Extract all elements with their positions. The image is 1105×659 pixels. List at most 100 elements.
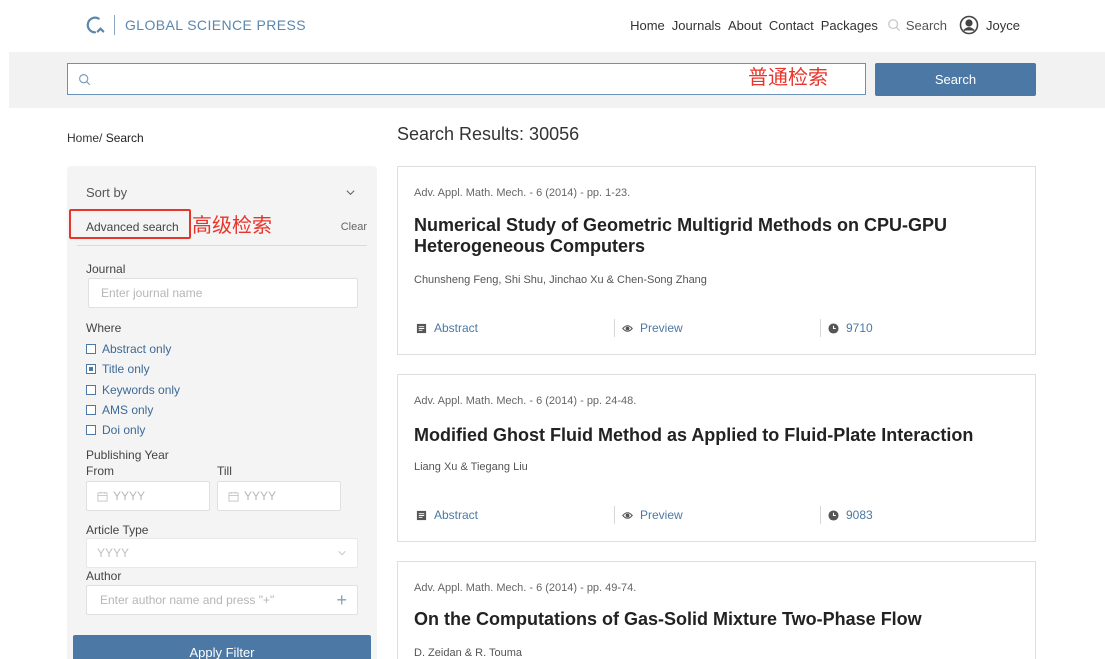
preview-label: Preview <box>640 508 683 522</box>
article-meta: Adv. Appl. Math. Mech. - 6 (2014) - pp. … <box>414 582 637 594</box>
where-option-abstract[interactable]: Abstract only <box>86 339 180 359</box>
logo-divider <box>114 15 115 35</box>
nav-search[interactable]: Search <box>887 18 947 33</box>
action-divider <box>614 506 615 524</box>
article-actions: Abstract Preview 9710 <box>398 319 1035 339</box>
checkbox[interactable] <box>86 344 96 355</box>
nav-journals[interactable]: Journals <box>672 18 721 33</box>
article-title[interactable]: Modified Ghost Fluid Method as Applied t… <box>414 425 1024 446</box>
eye-icon <box>622 511 633 519</box>
where-option-label: Abstract only <box>102 342 172 357</box>
user-menu[interactable]: Joyce <box>959 15 1020 35</box>
advanced-search-annotation: 高级检索 <box>192 213 272 237</box>
nav-contact[interactable]: Contact <box>769 18 814 33</box>
breadcrumb-current: Search <box>105 131 144 145</box>
sort-by-dropdown[interactable]: Sort by <box>86 185 356 200</box>
where-option-ams[interactable]: AMS only <box>86 400 180 420</box>
author-placeholder: Enter author name and press "+" <box>100 593 275 607</box>
preview-label: Preview <box>640 321 683 335</box>
checkbox[interactable] <box>86 425 96 436</box>
where-option-label: Title only <box>102 362 150 377</box>
chevron-down-icon <box>338 550 346 556</box>
result-card: Adv. Appl. Math. Mech. - 6 (2014) - pp. … <box>397 166 1036 355</box>
abstract-link[interactable]: Abstract <box>416 508 478 522</box>
result-card: Adv. Appl. Math. Mech. - 6 (2014) - pp. … <box>397 374 1036 542</box>
search-icon <box>887 19 900 32</box>
publishing-year-label: Publishing Year <box>86 448 169 462</box>
action-divider <box>614 319 615 337</box>
article-actions: Abstract Preview 9083 <box>398 506 1035 526</box>
where-option-label: AMS only <box>102 403 154 418</box>
result-card: Adv. Appl. Math. Mech. - 6 (2014) - pp. … <box>397 561 1036 659</box>
search-box[interactable] <box>67 63 866 95</box>
abstract-label: Abstract <box>434 508 479 522</box>
clock-icon <box>828 322 839 334</box>
journal-input[interactable]: Enter journal name <box>88 278 358 308</box>
preview-link[interactable]: Preview <box>622 508 683 522</box>
article-authors: Liang Xu & Tiegang Liu <box>414 461 528 473</box>
where-option-doi[interactable]: Doi only <box>86 420 180 440</box>
calendar-icon <box>228 491 239 502</box>
till-year-input[interactable]: YYYY <box>217 481 341 511</box>
plus-icon[interactable]: + <box>336 591 347 609</box>
article-authors: D. Zeidan & R. Touma <box>414 647 523 659</box>
breadcrumb-home[interactable]: Home/ <box>67 131 102 145</box>
checkbox[interactable] <box>86 405 96 416</box>
from-year-placeholder: YYYY <box>113 489 146 503</box>
brand-logo[interactable]: GLOBAL SCIENCE PRESS <box>84 13 306 37</box>
article-title[interactable]: On the Computations of Gas-Solid Mixture… <box>414 609 1024 630</box>
checkbox[interactable] <box>86 384 96 395</box>
abstract-icon <box>416 510 427 520</box>
article-type-label: Article Type <box>86 523 149 537</box>
abstract-icon <box>416 323 427 333</box>
checkbox-checked[interactable] <box>86 364 96 375</box>
author-input[interactable]: Enter author name and press "+" + <box>86 585 358 615</box>
where-options: Abstract only Title only Keywords only A… <box>86 339 180 440</box>
nav-search-label: Search <box>905 17 948 33</box>
preview-link[interactable]: Preview <box>622 321 683 335</box>
nav-packages[interactable]: Packages <box>821 18 878 33</box>
article-authors: Chunsheng Feng, Shi Shu, Jinchao Xu & Ch… <box>414 274 707 286</box>
user-name: Joyce <box>986 17 1020 33</box>
main-nav: Home Journals About Contact Packages Sea… <box>623 15 1020 35</box>
author-label: Author <box>86 569 122 583</box>
results-count-title: Search Results: 30056 <box>397 124 580 144</box>
chevron-down-icon <box>346 190 355 196</box>
search-button[interactable]: Search <box>875 63 1036 96</box>
view-count: 9710 <box>828 321 873 335</box>
calendar-icon <box>97 491 108 502</box>
where-option-keywords[interactable]: Keywords only <box>86 380 180 400</box>
advanced-search-row: Advanced search 高级检索 Clear <box>69 209 367 246</box>
clock-icon <box>828 509 839 521</box>
advanced-search-toggle[interactable]: Advanced search <box>86 220 179 234</box>
where-option-title[interactable]: Title only <box>86 359 180 379</box>
search-icon <box>79 73 91 85</box>
user-avatar-icon <box>959 15 979 35</box>
filter-sidebar: Sort by Advanced search 高级检索 Clear Journ… <box>67 166 377 659</box>
where-option-label: Doi only <box>102 423 146 438</box>
view-count-value: 9083 <box>846 508 873 522</box>
search-band: 普通检索 Search <box>9 52 1105 108</box>
nav-about[interactable]: About <box>728 18 762 33</box>
normal-search-annotation: 普通检索 <box>748 65 828 89</box>
eye-icon <box>622 324 633 332</box>
brand-name: GLOBAL SCIENCE PRESS <box>125 17 306 33</box>
nav-home[interactable]: Home <box>630 18 665 33</box>
article-title[interactable]: Numerical Study of Geometric Multigrid M… <box>414 215 1024 257</box>
breadcrumb: Home/ Search <box>67 131 144 145</box>
where-option-label: Keywords only <box>102 382 181 397</box>
till-label: Till <box>217 464 232 478</box>
journal-label: Journal <box>86 262 126 276</box>
article-type-value: YYYY <box>97 546 130 560</box>
clear-filters-link[interactable]: Clear <box>341 221 367 233</box>
action-divider <box>820 506 821 524</box>
article-meta: Adv. Appl. Math. Mech. - 6 (2014) - pp. … <box>414 187 631 199</box>
logo-mark-icon <box>86 16 105 34</box>
article-type-select[interactable]: YYYY <box>86 538 358 568</box>
from-year-input[interactable]: YYYY <box>86 481 210 511</box>
apply-filter-button[interactable]: Apply Filter <box>73 635 371 659</box>
abstract-link[interactable]: Abstract <box>416 321 478 335</box>
where-label: Where <box>86 321 122 335</box>
from-label: From <box>86 464 114 478</box>
top-bar: GLOBAL SCIENCE PRESS Home Journals About… <box>0 0 1105 50</box>
